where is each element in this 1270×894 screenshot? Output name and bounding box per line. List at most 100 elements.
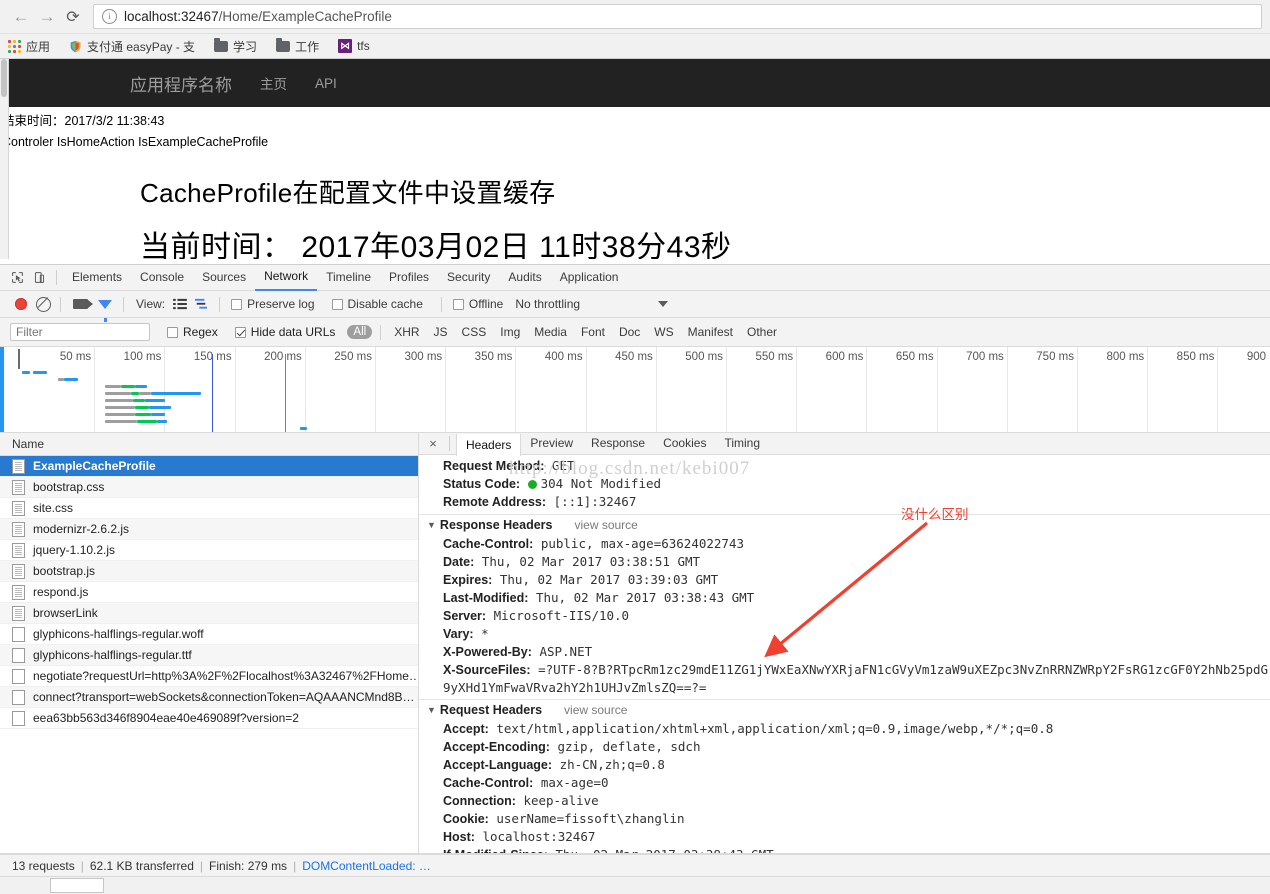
- tab-elements[interactable]: Elements: [63, 265, 131, 290]
- nav-link-home[interactable]: 主页: [260, 73, 287, 93]
- bookmark-apps[interactable]: 应用: [8, 38, 56, 55]
- request-row[interactable]: connect?transport=webSockets&connectionT…: [0, 687, 418, 708]
- filter-type-css[interactable]: CSS: [455, 325, 494, 339]
- request-row[interactable]: ExampleCacheProfile: [0, 456, 418, 477]
- view-list-icon[interactable]: [171, 296, 189, 312]
- tab-application[interactable]: Application: [551, 265, 628, 290]
- chevron-down-icon[interactable]: [658, 301, 669, 307]
- filter-type-all[interactable]: All: [347, 325, 373, 339]
- page-info-icon[interactable]: i: [102, 9, 117, 24]
- mini-input[interactable]: [50, 878, 104, 893]
- header-value: Thu, 02 Mar 2017 03:39:03 GMT: [499, 572, 719, 587]
- camera-icon[interactable]: [67, 294, 93, 314]
- throttling-value[interactable]: No throttling: [515, 297, 580, 311]
- filter-type-ws[interactable]: WS: [647, 325, 680, 339]
- request-row[interactable]: eea63bb563d346f8904eae40e469089f?version…: [0, 708, 418, 729]
- back-icon[interactable]: ←: [8, 4, 34, 30]
- divider: [449, 436, 450, 451]
- nav-link-api[interactable]: API: [315, 76, 337, 91]
- request-row[interactable]: glyphicons-halflings-regular.woff: [0, 624, 418, 645]
- request-row[interactable]: browserLink: [0, 603, 418, 624]
- filter-type-other[interactable]: Other: [740, 325, 784, 339]
- funnel-icon[interactable]: [93, 294, 117, 322]
- address-bar-url: localhost:32467/Home/ExampleCacheProfile: [124, 9, 392, 24]
- clear-icon[interactable]: [32, 294, 54, 314]
- overview-tick: 200 ms: [264, 347, 306, 432]
- bookmark-work[interactable]: 工作: [276, 37, 325, 55]
- tab-sources[interactable]: Sources: [193, 265, 255, 290]
- request-row[interactable]: site.css: [0, 498, 418, 519]
- filter-type-xhr[interactable]: XHR: [387, 325, 426, 339]
- hide-data-urls-checkbox[interactable]: Hide data URLs: [230, 325, 335, 339]
- view-source-link[interactable]: view source: [564, 703, 627, 717]
- inspect-element-icon[interactable]: [6, 268, 28, 288]
- header-value: zh-CN,zh;q=0.8: [559, 757, 665, 772]
- header-row: Remote Address: [::1]:32467: [419, 493, 1270, 511]
- preserve-log-checkbox[interactable]: Preserve log: [226, 297, 315, 311]
- bookmark-easypay[interactable]: 支付通 easyPay - 支: [69, 38, 201, 55]
- tab-console[interactable]: Console: [131, 265, 193, 290]
- site-brand[interactable]: 应用程序名称: [130, 71, 232, 96]
- tab-audits[interactable]: Audits: [499, 265, 550, 290]
- tab-profiles[interactable]: Profiles: [380, 265, 438, 290]
- header-row: Server: Microsoft-IIS/10.0: [419, 607, 1270, 625]
- overview-band: [64, 378, 78, 381]
- request-row[interactable]: modernizr-2.6.2.js: [0, 519, 418, 540]
- header-value: [::1]:32467: [553, 494, 637, 509]
- status-transferred: 62.1 KB transferred: [89, 858, 194, 873]
- detail-tab-cookies[interactable]: Cookies: [654, 433, 715, 454]
- filter-type-manifest[interactable]: Manifest: [681, 325, 740, 339]
- header-value: gzip, deflate, sdch: [557, 739, 701, 754]
- reload-icon[interactable]: ⟳: [60, 4, 86, 30]
- overview-start-marker: [18, 349, 20, 369]
- view-waterfall-icon[interactable]: [192, 296, 210, 312]
- request-row[interactable]: glyphicons-halflings-regular.ttf: [0, 645, 418, 666]
- tab-security[interactable]: Security: [438, 265, 499, 290]
- page-body: 结束时间：2017/3/2 11:38:43 Controler IsHomeA…: [0, 107, 1270, 259]
- request-row[interactable]: jquery-1.10.2.js: [0, 540, 418, 561]
- tab-network[interactable]: Network: [255, 264, 318, 291]
- bookmark-tfs[interactable]: ⋈ tfs: [338, 39, 376, 53]
- x-sourcefiles-row: X-SourceFiles: =?UTF-8?B?RTpcRm1zc29mdE1…: [419, 661, 1270, 696]
- header-key: Accept:: [443, 722, 489, 736]
- request-list-header[interactable]: Name: [0, 433, 418, 456]
- detail-tab-response[interactable]: Response: [582, 433, 654, 454]
- tab-timeline[interactable]: Timeline: [317, 265, 380, 290]
- filter-type-img[interactable]: Img: [493, 325, 527, 339]
- disable-cache-checkbox[interactable]: Disable cache: [327, 297, 423, 311]
- request-row[interactable]: bootstrap.js: [0, 561, 418, 582]
- filter-input[interactable]: [10, 323, 150, 341]
- filter-type-doc[interactable]: Doc: [612, 325, 647, 339]
- request-headers-rows: Accept: text/html,application/xhtml+xml,…: [419, 720, 1270, 853]
- header-row: X-Powered-By: ASP.NET: [419, 643, 1270, 661]
- close-icon[interactable]: ×: [423, 434, 443, 454]
- header-value: userName=fissoft\zhanglin: [496, 811, 685, 826]
- request-row[interactable]: negotiate?requestUrl=http%3A%2F%2Flocalh…: [0, 666, 418, 687]
- header-row: Host: localhost:32467: [419, 828, 1270, 846]
- address-bar[interactable]: i localhost:32467/Home/ExampleCacheProfi…: [93, 4, 1262, 29]
- view-source-link[interactable]: view source: [574, 518, 637, 532]
- detail-tab-headers[interactable]: Headers: [456, 433, 522, 456]
- response-headers-rows: Cache-Control: public, max-age=636240227…: [419, 535, 1270, 661]
- filter-type-js[interactable]: JS: [427, 325, 455, 339]
- record-icon[interactable]: [10, 294, 32, 314]
- bookmark-study[interactable]: 学习: [214, 37, 263, 55]
- overview-tick: 50 ms: [60, 347, 96, 432]
- request-headers-title[interactable]: ▼ Request Headers view source: [419, 699, 1270, 720]
- forward-icon[interactable]: →: [34, 4, 60, 30]
- detail-tab-timing[interactable]: Timing: [715, 433, 769, 454]
- triangle-down-icon: ▼: [427, 705, 436, 715]
- header-value: *: [481, 626, 489, 641]
- debug-line-controller: Controler IsHomeAction IsExampleCachePro…: [2, 135, 269, 149]
- view-label: View:: [136, 297, 166, 311]
- request-row[interactable]: respond.js: [0, 582, 418, 603]
- toggle-device-toolbar-icon[interactable]: [28, 268, 50, 288]
- detail-tab-preview[interactable]: Preview: [521, 433, 582, 454]
- network-overview[interactable]: 50 ms 100 ms 150 ms 200 ms 250 ms 300 ms 350 m…: [0, 347, 1270, 433]
- filter-type-media[interactable]: Media: [527, 325, 574, 339]
- response-headers-title[interactable]: ▼ Response Headers view source: [419, 514, 1270, 535]
- filter-type-font[interactable]: Font: [574, 325, 612, 339]
- regex-checkbox[interactable]: Regex: [162, 325, 218, 339]
- offline-checkbox[interactable]: Offline: [448, 297, 503, 311]
- request-row[interactable]: bootstrap.css: [0, 477, 418, 498]
